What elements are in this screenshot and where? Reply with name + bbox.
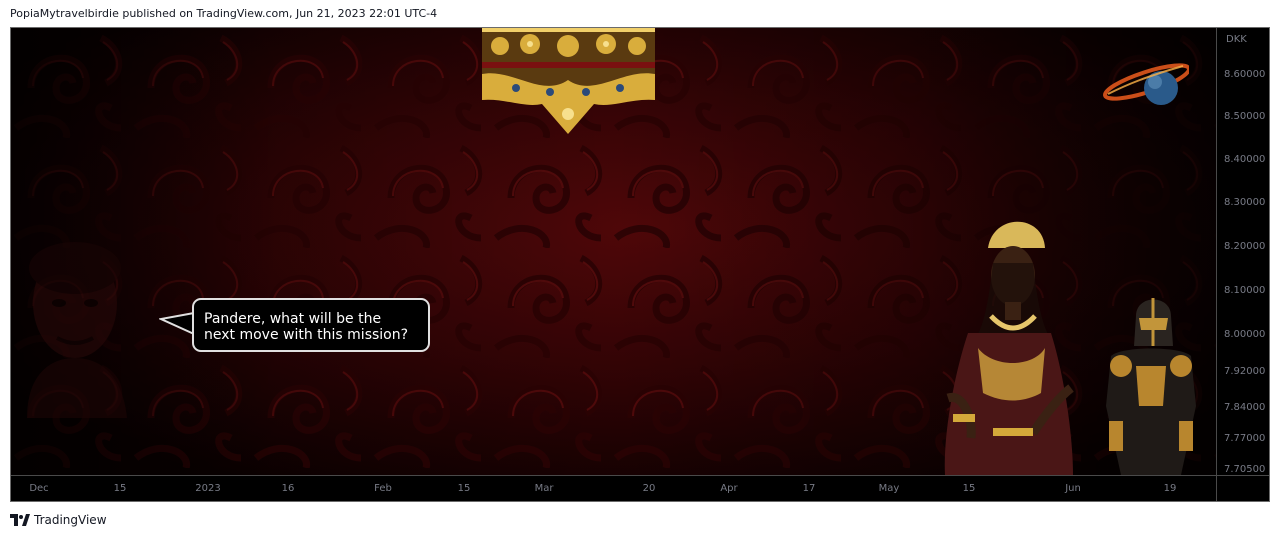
price-tick: 8.20000 [1224,241,1266,252]
time-tick: 19 [1163,483,1177,494]
tradingview-logo-icon[interactable] [10,514,30,526]
time-tick: 20 [642,483,656,494]
time-tick: Dec [29,483,49,494]
ghost-face-image [27,242,127,418]
currency-label: DKK [1226,34,1247,45]
price-tick: 8.30000 [1224,197,1266,208]
armored-knight-image [1106,298,1196,475]
time-tick: 15 [457,483,471,494]
publish-info: PopiaMytravelbirdie published on Trading… [10,7,438,20]
price-axis[interactable]: DKK 8.60000 8.50000 8.40000 8.30000 8.20… [1216,28,1269,475]
time-tick: May [878,483,900,494]
price-tick: 8.00000 [1224,329,1266,340]
queen-figure-image [944,221,1074,475]
time-tick: 15 [113,483,127,494]
time-tick: Mar [534,483,554,494]
time-tick: Jun [1065,483,1081,494]
time-tick: 15 [962,483,976,494]
footer: TradingView [10,513,107,527]
price-tick: 7.77000 [1224,433,1266,444]
price-tick: 7.84000 [1224,402,1266,413]
time-tick: 17 [802,483,816,494]
burning-planet-image [1103,63,1189,105]
speech-bubble-line-2: next move with this mission? [204,327,409,343]
speech-bubble[interactable]: Pandere, what will be the next move with… [192,298,430,352]
tradingview-brand[interactable]: TradingView [34,513,107,527]
price-tick: 8.50000 [1224,111,1266,122]
time-axis[interactable]: Dec 15 2023 16 Feb 15 Mar 20 Apr 17 May … [11,475,1216,501]
chart-container[interactable]: Pandere, what will be the next move with… [10,27,1270,502]
time-tick: Feb [374,483,392,494]
axis-corner [1216,475,1269,501]
time-tick: Apr [720,483,738,494]
time-tick: 2023 [195,483,221,494]
price-tick: 7.70500 [1224,464,1266,475]
price-tick: 8.10000 [1224,285,1266,296]
speech-bubble-line-1: Pandere, what will be the [204,311,382,327]
chart-plot-area[interactable]: Pandere, what will be the next move with… [11,28,1216,475]
price-tick: 8.40000 [1224,154,1266,165]
price-tick: 7.92000 [1224,366,1266,377]
time-tick: 16 [281,483,295,494]
price-tick: 8.60000 [1224,69,1266,80]
gold-ornament-image [482,28,655,134]
